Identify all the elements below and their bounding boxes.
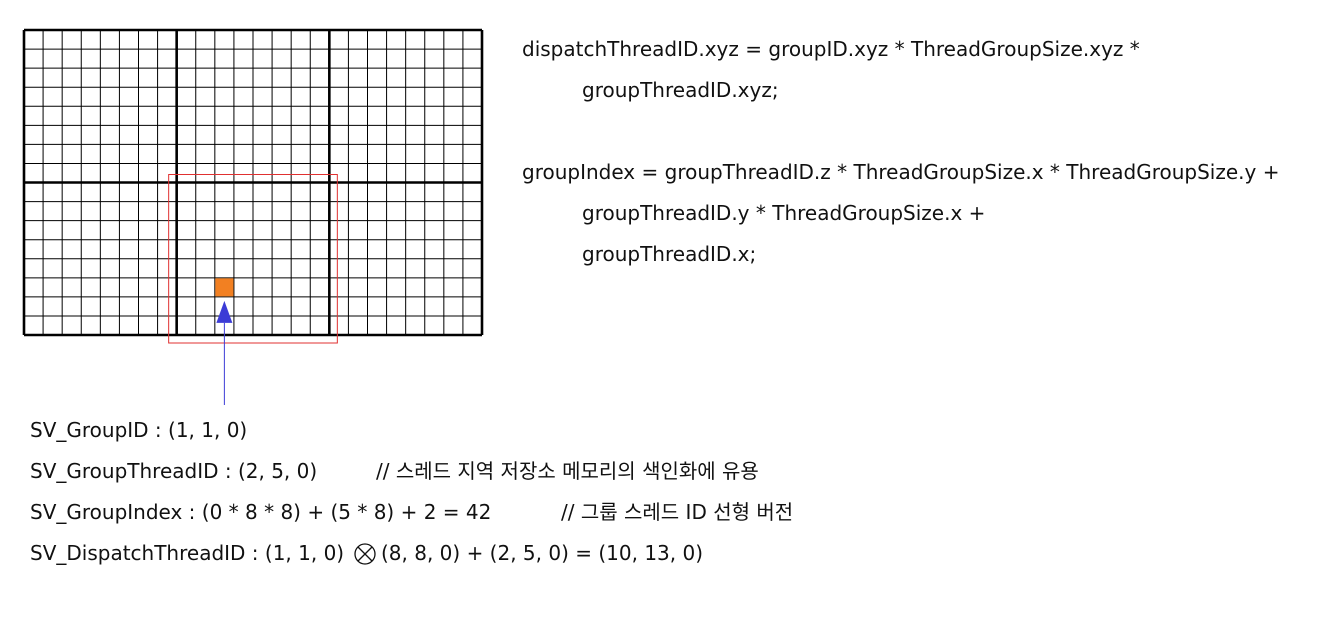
sv-dispatch-thread-id-prefix: SV_DispatchThreadID : (1, 1, 0) <box>30 541 345 565</box>
sv-group-thread-id-label: SV_GroupThreadID : (2, 5, 0) <box>30 459 318 483</box>
sv-group-thread-id-comment: // 스레드 지역 저장소 메모리의 색인화에 유용 <box>376 459 759 483</box>
sv-group-index-comment: // 그룹 스레드 ID 선형 버전 <box>561 500 794 524</box>
circled-times-icon <box>354 543 376 565</box>
sv-group-index-label: SV_GroupIndex : (0 * 8 * 8) + (5 * 8) + … <box>30 500 492 524</box>
sv-dispatch-thread-id-suffix: (8, 8, 0) + (2, 5, 0) = (10, 13, 0) <box>381 541 704 565</box>
group-index-formula-line-2: groupThreadID.y * ThreadGroupSize.x + <box>582 201 986 225</box>
group-index-formula-line-3: groupThreadID.x; <box>582 242 757 266</box>
highlighted-thread-cell <box>215 278 234 297</box>
thread-group-grid-diagram <box>22 28 484 405</box>
sv-group-id-label: SV_GroupID : (1, 1, 0) <box>30 418 248 442</box>
dispatch-formula-line-2: groupThreadID.xyz; <box>582 78 779 102</box>
pointer-arrow-head <box>216 300 233 323</box>
group-index-formula-line-1: groupIndex = groupThreadID.z * ThreadGro… <box>522 160 1280 184</box>
dispatch-formula-line-1: dispatchThreadID.xyz = groupID.xyz * Thr… <box>522 37 1140 61</box>
